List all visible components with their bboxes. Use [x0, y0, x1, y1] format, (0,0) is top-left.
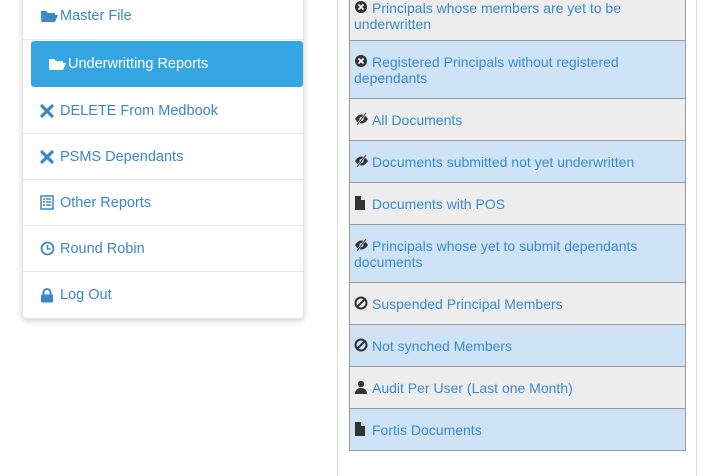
- report-link-label: All Documents: [372, 112, 463, 128]
- report-link-fortis-documents[interactable]: Fortis Documents: [349, 409, 686, 451]
- eye-slash-icon: [354, 154, 369, 168]
- close-icon: [40, 149, 59, 165]
- sidebar-menu: Master File Underwritting Reports DELETE…: [22, 0, 304, 319]
- ban-icon: [354, 296, 369, 310]
- sidebar-item-label: Other Reports: [60, 194, 152, 211]
- report-link-registered-principals-without-dependants[interactable]: Registered Principals without registered…: [349, 41, 686, 99]
- reports-panel: Principals whose members are yet to be u…: [337, 0, 697, 476]
- sidebar-item-label: Round Robin: [60, 240, 145, 257]
- sidebar-item-label: Master File: [60, 8, 132, 24]
- folder-open-icon: [48, 56, 67, 72]
- report-link-principals-yet-submit-dependants[interactable]: Principals whose yet to submit dependant…: [349, 225, 686, 283]
- sidebar-item-round-robin[interactable]: Round Robin: [23, 226, 303, 272]
- report-link-not-synched-members[interactable]: Not synched Members: [349, 325, 686, 367]
- ban-icon: [354, 338, 369, 352]
- remove-circle-icon: [354, 54, 369, 68]
- sidebar-item-other-reports[interactable]: Other Reports: [23, 180, 303, 226]
- sidebar-item-psms-dependants[interactable]: PSMS Dependants: [23, 134, 303, 180]
- lock-icon: [40, 287, 59, 303]
- report-link-audit-per-user[interactable]: Audit Per User (Last one Month): [349, 367, 686, 409]
- sidebar-item-label: Underwritting Reports: [68, 56, 209, 72]
- file-icon: [354, 422, 369, 436]
- report-link-label: Not synched Members: [372, 338, 513, 354]
- report-link-label: Fortis Documents: [372, 422, 482, 438]
- report-link-suspended-principal-members[interactable]: Suspended Principal Members: [349, 283, 686, 325]
- sidebar-item-master-file[interactable]: Master File: [23, 0, 303, 40]
- report-link-label: Audit Per User (Last one Month): [372, 380, 573, 396]
- folder-open-icon: [40, 8, 59, 24]
- sidebar-item-log-out[interactable]: Log Out: [23, 272, 303, 318]
- report-link-documents-with-pos[interactable]: Documents with POS: [349, 183, 686, 225]
- report-link-label: Documents submitted not yet underwritten: [372, 154, 635, 170]
- list-icon: [40, 195, 59, 211]
- report-link-label: Registered Principals without registered…: [354, 54, 619, 86]
- close-icon: [40, 103, 59, 119]
- eye-slash-icon: [354, 112, 369, 126]
- report-link-label: Suspended Principal Members: [372, 296, 563, 312]
- user-icon: [354, 380, 369, 394]
- report-link-label: Principals whose members are yet to be u…: [354, 0, 621, 32]
- reports-table: Principals whose members are yet to be u…: [349, 0, 686, 451]
- remove-circle-icon: [354, 0, 369, 14]
- sidebar-item-label: DELETE From Medbook: [60, 102, 218, 119]
- file-icon: [354, 196, 369, 210]
- report-link-principals-yet-underwritten[interactable]: Principals whose members are yet to be u…: [349, 0, 686, 41]
- sidebar-item-label: Log Out: [60, 287, 112, 303]
- sidebar-item-delete-from-medbook[interactable]: DELETE From Medbook: [23, 88, 303, 134]
- eye-slash-icon: [354, 238, 369, 252]
- sidebar-item-label: PSMS Dependants: [60, 148, 184, 165]
- clock-icon: [40, 241, 59, 257]
- sidebar-item-underwritting-reports[interactable]: Underwritting Reports: [31, 41, 303, 87]
- report-link-documents-not-underwritten[interactable]: Documents submitted not yet underwritten: [349, 141, 686, 183]
- report-link-label: Principals whose yet to submit dependant…: [354, 238, 638, 270]
- report-link-all-documents[interactable]: All Documents: [349, 99, 686, 141]
- report-link-label: Documents with POS: [372, 196, 506, 212]
